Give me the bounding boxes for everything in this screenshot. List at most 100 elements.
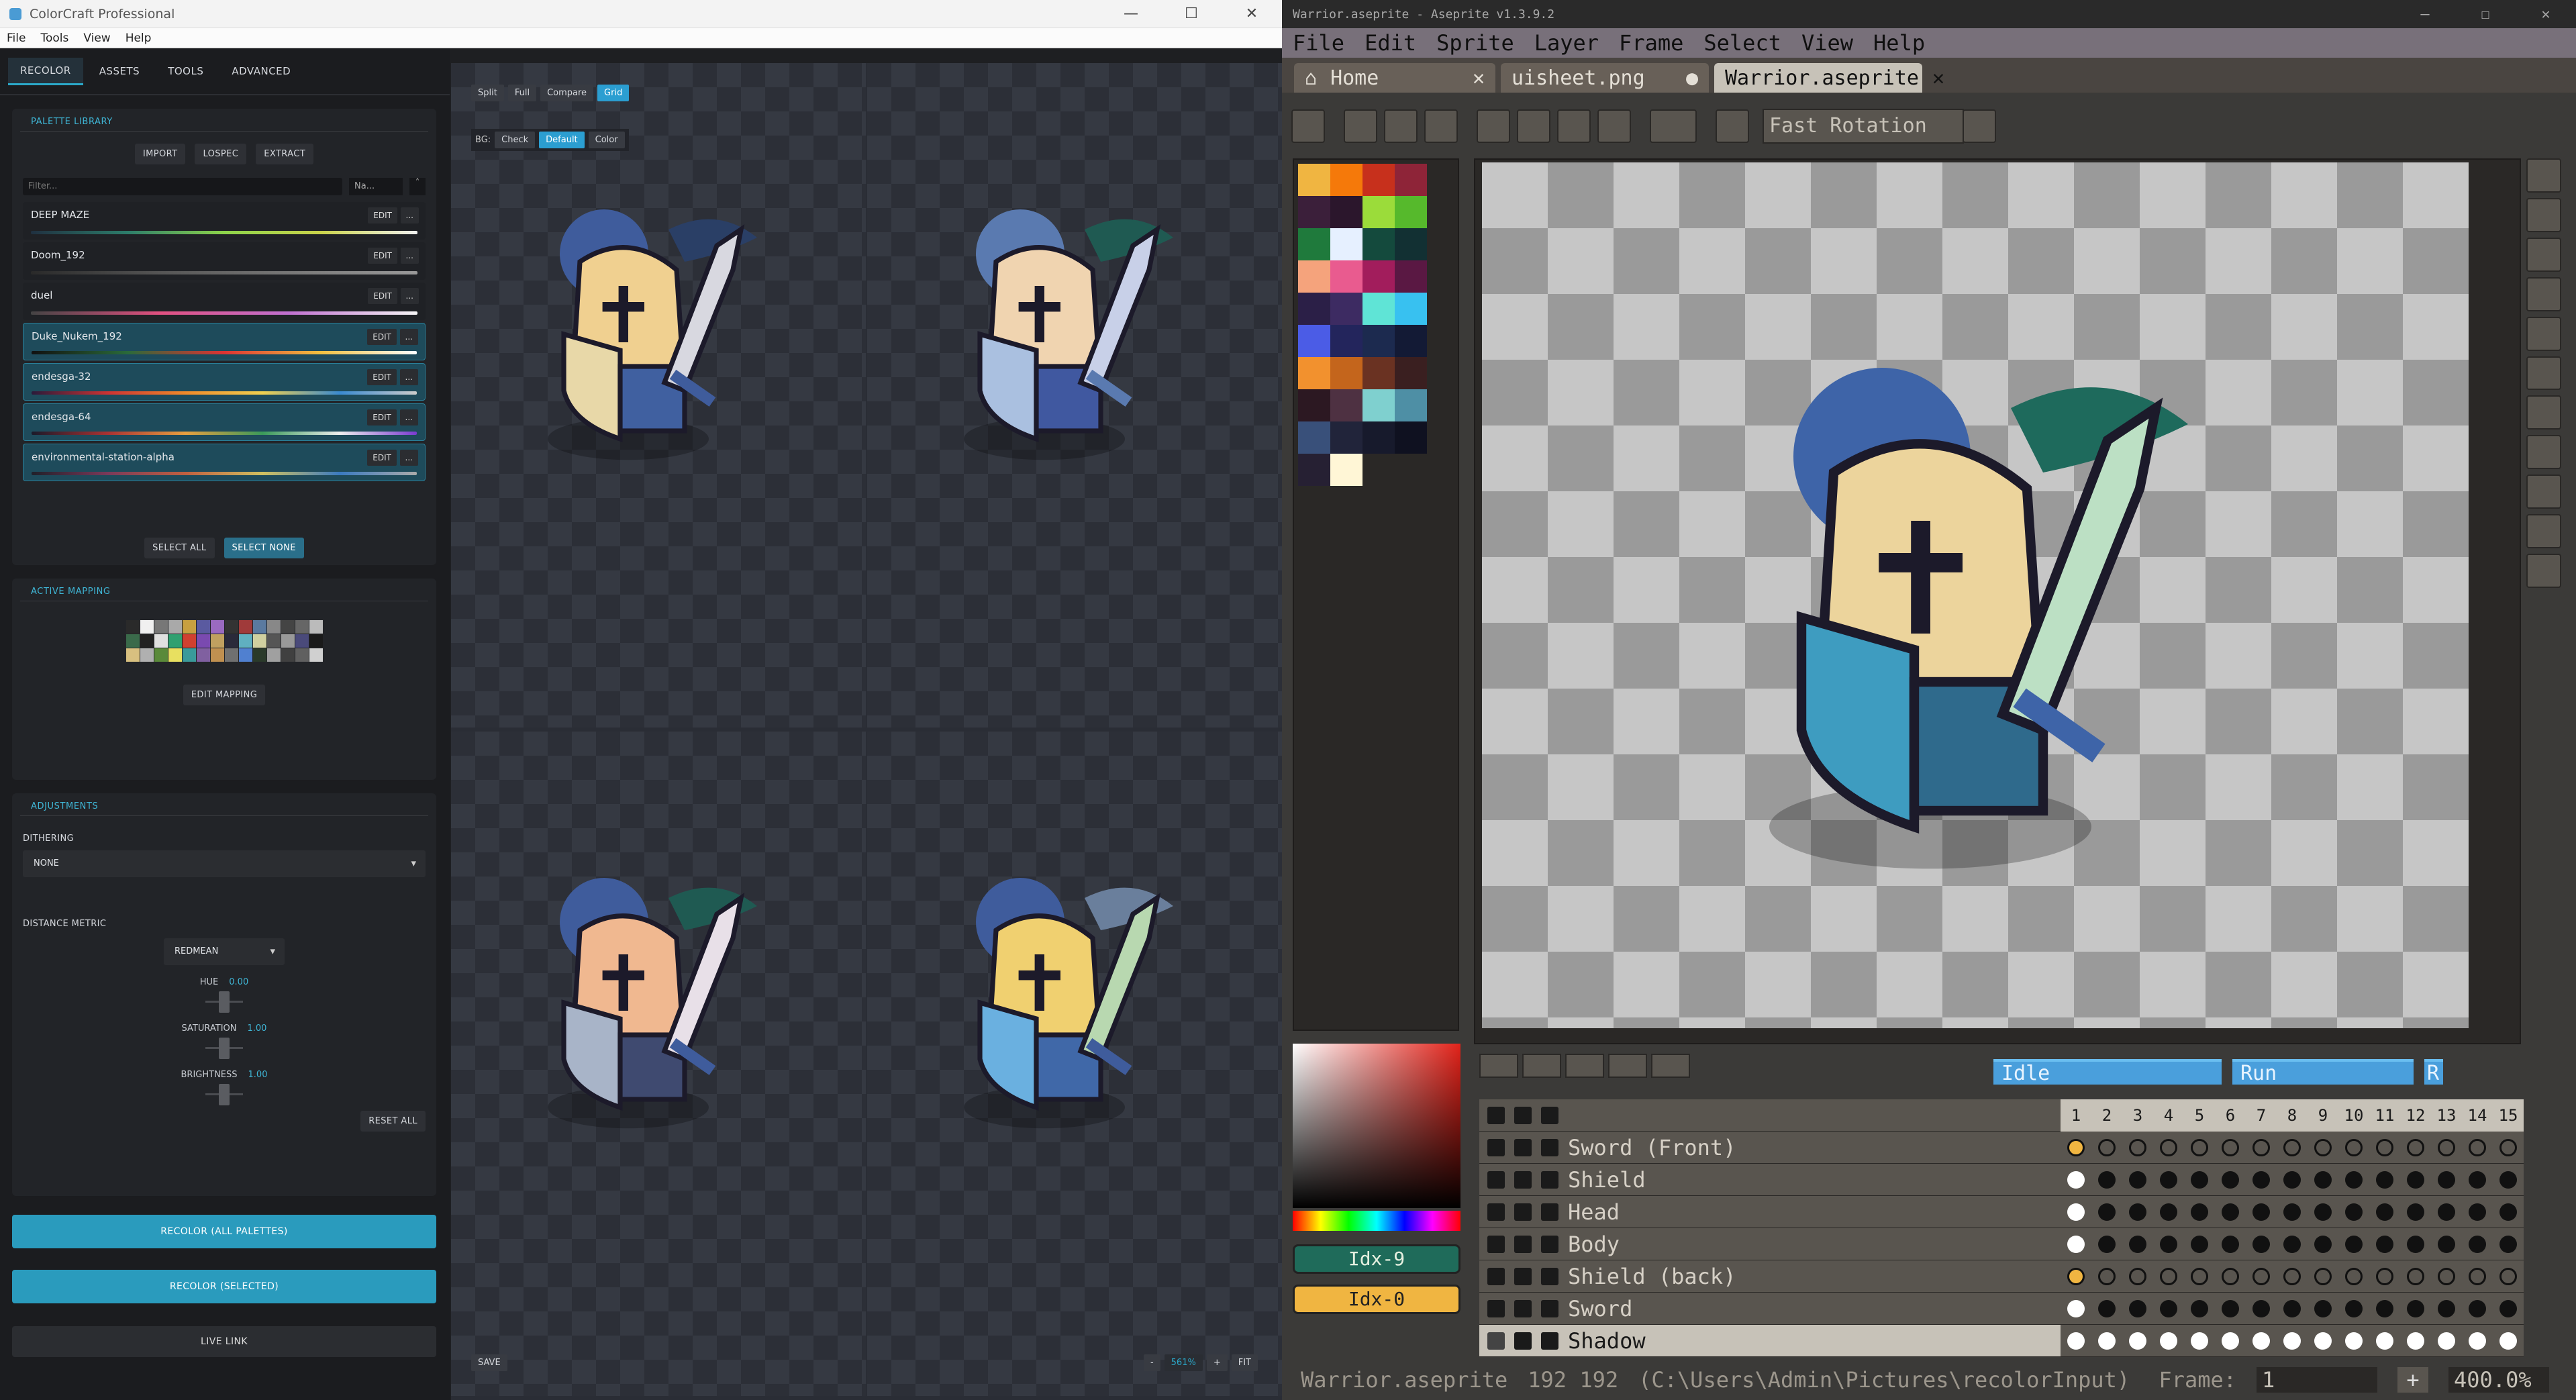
palette-filter-input[interactable]: Filter...	[23, 178, 342, 195]
cel[interactable]	[2215, 1164, 2246, 1196]
mapping-swatch[interactable]	[252, 620, 266, 634]
cel[interactable]	[2153, 1228, 2184, 1260]
cel[interactable]	[2338, 1164, 2369, 1196]
palette-swatch[interactable]	[1298, 293, 1330, 325]
cel[interactable]	[2153, 1325, 2184, 1357]
cel[interactable]	[2277, 1132, 2308, 1164]
cel[interactable]	[2184, 1325, 2215, 1357]
frame-number[interactable]: 11	[2369, 1099, 2400, 1132]
frame-number[interactable]: 4	[2153, 1099, 2184, 1132]
cel[interactable]	[2431, 1164, 2462, 1196]
cel[interactable]	[2338, 1293, 2369, 1325]
next-frame-button[interactable]	[1608, 1054, 1647, 1078]
palette-swatch[interactable]	[1298, 325, 1330, 357]
cel[interactable]	[2091, 1196, 2122, 1228]
dithering-select[interactable]: NONE	[23, 850, 426, 877]
selection-add-icon[interactable]	[1517, 109, 1550, 143]
preview-quadrant-3[interactable]	[451, 732, 866, 1396]
palette-swatch[interactable]	[1298, 164, 1330, 196]
continuous-icon[interactable]	[1541, 1332, 1558, 1350]
menu-tools[interactable]: Tools	[40, 32, 68, 45]
cel[interactable]	[2246, 1228, 2277, 1260]
palette-swatch[interactable]	[1330, 293, 1363, 325]
mapping-swatch[interactable]	[126, 620, 140, 634]
cel[interactable]	[2400, 1293, 2431, 1325]
previous-frame-button[interactable]	[1522, 1054, 1561, 1078]
cel[interactable]	[2091, 1260, 2122, 1293]
cel[interactable]	[2493, 1132, 2524, 1164]
mapping-swatches[interactable]	[126, 620, 323, 662]
cel[interactable]	[2308, 1132, 2338, 1164]
cel[interactable]	[2462, 1260, 2493, 1293]
hue-slider[interactable]	[205, 987, 243, 1014]
select-none-button[interactable]: SELECT NONE	[224, 538, 304, 558]
palette-more-button[interactable]: ...	[399, 409, 418, 426]
zoom-in-button[interactable]: +	[1206, 1354, 1228, 1371]
preview-quadrant-2[interactable]	[867, 63, 1282, 728]
mapping-swatch[interactable]	[238, 648, 252, 662]
cel[interactable]	[2215, 1196, 2246, 1228]
cel[interactable]	[2061, 1260, 2091, 1293]
cel[interactable]	[2122, 1228, 2153, 1260]
mapping-swatch[interactable]	[140, 648, 154, 662]
cel[interactable]	[2061, 1164, 2091, 1196]
cel[interactable]	[2400, 1260, 2431, 1293]
palette-swatch[interactable]	[1330, 325, 1363, 357]
blur-icon[interactable]	[2526, 514, 2561, 549]
cel[interactable]	[2493, 1164, 2524, 1196]
palette-swatches[interactable]	[1298, 164, 1454, 486]
palette-more-button[interactable]: ...	[400, 207, 419, 223]
cel[interactable]	[2493, 1228, 2524, 1260]
edit-palette-button[interactable]: EDIT	[367, 369, 397, 385]
palette-more-button[interactable]: ...	[399, 329, 418, 345]
palette-item[interactable]: Doom_192 EDIT ...	[23, 242, 426, 280]
cel[interactable]	[2122, 1293, 2153, 1325]
save-button[interactable]: SAVE	[471, 1354, 507, 1371]
sort-direction-button[interactable]: ˄	[409, 178, 426, 195]
palette-swatch[interactable]	[1363, 389, 1395, 421]
menu-file[interactable]: File	[7, 32, 26, 45]
select-all-button[interactable]: SELECT ALL	[144, 538, 215, 558]
mapping-swatch[interactable]	[182, 620, 196, 634]
tab-warrior[interactable]: Warrior.aseprite ✕	[1714, 63, 1944, 93]
cel[interactable]	[2462, 1293, 2493, 1325]
mapping-swatch[interactable]	[210, 620, 224, 634]
palette-swatch[interactable]	[1330, 357, 1363, 389]
continuous-icon[interactable]	[1541, 1203, 1558, 1221]
cel[interactable]	[2215, 1132, 2246, 1164]
frame-grid[interactable]: 1 2 3 4 5 6 7 8 9 10 11 12 13 14 15	[2061, 1099, 2524, 1357]
add-frame-button[interactable]: +	[2397, 1367, 2428, 1393]
mapping-swatch[interactable]	[309, 648, 323, 662]
mapping-swatch[interactable]	[168, 620, 182, 634]
recolor-selected-button[interactable]: RECOLOR (SELECTED)	[12, 1270, 436, 1303]
lock-icon[interactable]	[1514, 1106, 1532, 1124]
preview-quadrant-1[interactable]	[451, 63, 866, 728]
cel[interactable]	[2153, 1293, 2184, 1325]
frame-number[interactable]: 1	[2061, 1099, 2091, 1132]
view-grid-button[interactable]: Grid	[597, 85, 630, 101]
cel[interactable]	[2215, 1228, 2246, 1260]
mapping-swatch[interactable]	[281, 634, 295, 648]
recolor-all-button[interactable]: RECOLOR (ALL PALETTES)	[12, 1215, 436, 1248]
cel[interactable]	[2184, 1260, 2215, 1293]
palette-swatch[interactable]	[1363, 196, 1395, 228]
cel[interactable]	[2153, 1132, 2184, 1164]
palette-swatch[interactable]	[1330, 454, 1363, 486]
cel[interactable]	[2462, 1228, 2493, 1260]
bg-default-button[interactable]: Default	[539, 132, 585, 148]
edit-mapping-button[interactable]: EDIT MAPPING	[183, 685, 266, 705]
cel[interactable]	[2246, 1293, 2277, 1325]
cel[interactable]	[2308, 1325, 2338, 1357]
cel[interactable]	[2091, 1164, 2122, 1196]
frame-number[interactable]: 2	[2091, 1099, 2122, 1132]
palette-swatch[interactable]	[1298, 357, 1330, 389]
continuous-icon[interactable]	[1541, 1267, 1558, 1285]
mapping-swatch[interactable]	[210, 648, 224, 662]
cel[interactable]	[2184, 1164, 2215, 1196]
ase-maximize-button[interactable]: ☐	[2455, 6, 2516, 23]
tab-tools[interactable]: TOOLS	[156, 58, 215, 84]
lock-icon[interactable]	[1514, 1235, 1532, 1253]
mapping-swatch[interactable]	[266, 620, 281, 634]
eyedropper-icon[interactable]	[2526, 277, 2561, 311]
mapping-swatch[interactable]	[168, 634, 182, 648]
